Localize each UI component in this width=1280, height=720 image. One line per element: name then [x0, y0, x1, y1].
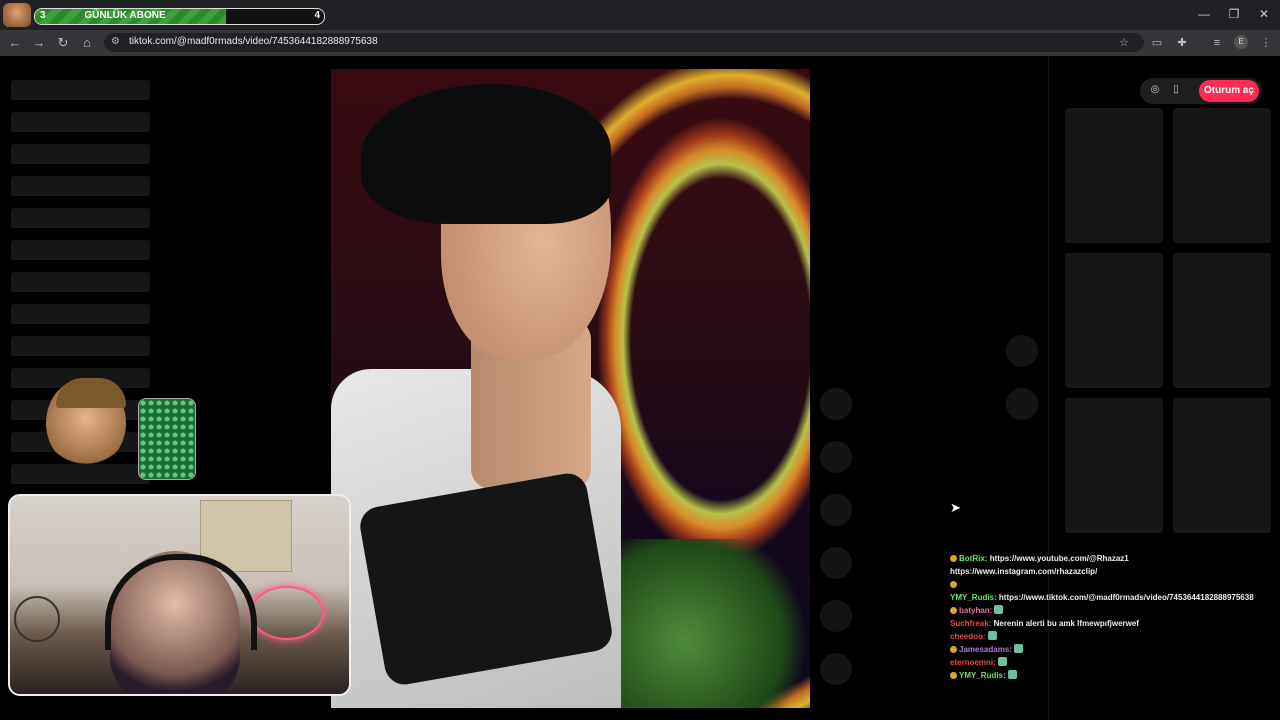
more-menu-icon[interactable]: ⋮ — [1258, 35, 1274, 51]
home-icon[interactable]: ⌂ — [78, 34, 96, 52]
reload-icon[interactable]: ↻ — [54, 34, 72, 52]
video-thumbnail-skeleton[interactable] — [1173, 108, 1271, 243]
action-button[interactable] — [820, 600, 852, 632]
bookmark-star-icon[interactable]: ☆ — [1116, 35, 1132, 51]
chat-username: Jamesadams: — [959, 645, 1012, 654]
sidebar-skeleton-item — [11, 176, 150, 196]
fan-icon — [14, 596, 60, 642]
url-text[interactable]: tiktok.com/@madf0rmads/video/74536441828… — [129, 36, 378, 47]
stream-chat: BotRix: https://www.youtube.com/@Rhazaz1… — [950, 552, 1275, 682]
action-button[interactable] — [820, 653, 852, 685]
badge-icon — [950, 646, 957, 653]
video-hair — [361, 84, 611, 224]
neon-light — [250, 586, 324, 640]
like-button[interactable] — [820, 388, 852, 420]
chat-message: YMY_Rudis: — [950, 669, 1275, 682]
chat-username: YMY_Rudis: — [950, 593, 997, 602]
sidebar-skeleton-item — [11, 272, 150, 292]
chat-username: Suchfreak: — [950, 619, 992, 628]
sidebar-skeleton-item — [11, 336, 150, 356]
sidebar-skeleton-item — [11, 304, 150, 324]
video-player[interactable] — [331, 69, 810, 708]
chat-username: BotRix: — [959, 554, 988, 563]
phone-icon[interactable]: ▯ — [1170, 84, 1182, 96]
chat-message — [950, 578, 1275, 591]
chat-message: BotRix: https://www.youtube.com/@Rhazaz1 — [950, 552, 1275, 565]
chat-message: batyhan: — [950, 604, 1275, 617]
close-button[interactable]: ✕ — [1254, 6, 1274, 22]
sidebar-skeleton-item — [11, 208, 150, 228]
emote-icon — [994, 605, 1004, 614]
webcam-overlay — [8, 494, 351, 696]
sidebar-skeleton-item — [11, 80, 150, 100]
sub-goal-bar: 3 GÜNLÜK ABONE 4 — [34, 8, 325, 25]
chat-text: Nerenin alerti bu amk lfmewpıfjwerwef — [993, 619, 1139, 628]
clover-jar-icon — [138, 398, 196, 480]
sidebar-skeleton-item — [11, 144, 150, 164]
compass-icon[interactable]: ◎ — [1149, 84, 1161, 96]
media-controls-icon[interactable]: ≡ — [1209, 35, 1225, 51]
chat-text: https://www.tiktok.com/@madf0rmads/video… — [998, 593, 1254, 602]
back-arrow-icon[interactable]: ← — [6, 34, 24, 52]
minimize-button[interactable]: — — [1194, 6, 1214, 22]
chat-message: Suchfreak: Nerenin alerti bu amk lfmewpı… — [950, 617, 1275, 630]
save-button[interactable] — [820, 494, 852, 526]
badge-icon — [950, 607, 957, 614]
chat-message: https://www.instagram.com/rhazazclip/ — [950, 565, 1275, 578]
chat-message: Jamesadams: — [950, 643, 1275, 656]
video-thumbnail-skeleton[interactable] — [1173, 253, 1271, 388]
mouse-cursor-icon: ➤ — [950, 500, 961, 515]
previous-video-button[interactable] — [1006, 335, 1038, 367]
streamer-avatar-icon — [3, 3, 31, 27]
badge-icon — [950, 672, 957, 679]
video-plants — [601, 539, 810, 708]
site-info-icon[interactable]: ⚙ — [111, 36, 123, 48]
video-thumbnail-skeleton[interactable] — [1065, 398, 1163, 533]
emote-icon — [997, 657, 1007, 666]
video-thumbnail-skeleton[interactable] — [1173, 398, 1271, 533]
share-button[interactable] — [820, 547, 852, 579]
emote-icon — [987, 631, 997, 640]
sub-goal-target: 4 — [314, 10, 320, 21]
badge-icon — [950, 555, 957, 562]
chat-text: https://www.instagram.com/rhazazclip/ — [950, 567, 1098, 576]
chat-message: cheedoo: — [950, 630, 1275, 643]
sub-goal-label: GÜNLÜK ABONE — [84, 10, 166, 21]
chat-username: batyhan: — [959, 606, 993, 615]
comment-button[interactable] — [820, 441, 852, 473]
chat-username: cheedoo: — [950, 632, 986, 641]
emote-icon — [1013, 644, 1023, 653]
emote-icon — [1007, 670, 1017, 679]
forward-arrow-icon[interactable]: → — [30, 34, 48, 52]
sidebar-skeleton-item — [11, 240, 150, 260]
extensions-icon[interactable]: ✚ — [1174, 35, 1190, 51]
chat-username: eternoemni: — [950, 658, 996, 667]
restore-button[interactable]: ❐ — [1224, 6, 1244, 22]
video-thumbnail-skeleton[interactable] — [1065, 108, 1163, 243]
chat-message: eternoemni: — [950, 656, 1275, 669]
chat-username: YMY_Rudis: — [959, 671, 1006, 680]
chat-message: YMY_Rudis: https://www.tiktok.com/@madf0… — [950, 591, 1275, 604]
next-video-button[interactable] — [1006, 388, 1038, 420]
cast-icon[interactable]: ▭ — [1149, 35, 1165, 51]
badge-icon — [950, 581, 957, 588]
video-thumbnail-skeleton[interactable] — [1065, 253, 1163, 388]
chat-text: https://www.youtube.com/@Rhazaz1 — [989, 554, 1129, 563]
profile-avatar[interactable]: E — [1234, 35, 1248, 49]
sidebar-skeleton-item — [11, 112, 150, 132]
login-button[interactable]: Oturum aç — [1199, 80, 1259, 102]
